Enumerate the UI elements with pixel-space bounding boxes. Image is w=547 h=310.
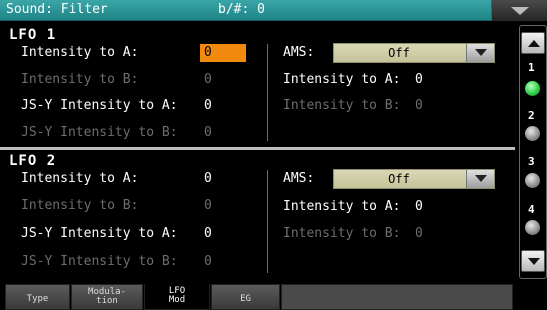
lfo2-ams-value: Off	[388, 172, 410, 186]
lfo2-panel: LFO 2 Intensity to A: 0 Intensity to B: …	[5, 150, 508, 280]
chevron-down-icon	[475, 175, 487, 182]
scroll-down-button[interactable]	[521, 250, 545, 272]
lfo2-ams-dropdown-button[interactable]	[466, 170, 494, 188]
lfo1-ams-int-a-label: Intensity to A:	[283, 72, 401, 87]
lfo2-ams-int-a-label: Intensity to A:	[283, 199, 401, 214]
lfo2-title: LFO 2	[9, 153, 57, 169]
tab-bar: Type Modula- tion LFO Mod EG	[0, 284, 547, 310]
lfo2-ams-select[interactable]: Off	[333, 169, 495, 189]
lfo1-int-b-label: Intensity to B:	[21, 72, 139, 87]
lfo1-jsy-a-field[interactable]: 0	[204, 98, 212, 113]
menu-arrow-icon	[511, 7, 529, 15]
page-number-3: 3	[528, 155, 535, 168]
lfo1-ams-dropdown-button[interactable]	[466, 44, 494, 62]
title-bar: Sound: Filter b/#: 0	[0, 0, 547, 21]
tab-type-label: Type	[26, 294, 49, 304]
lfo2-int-b-label: Intensity to B:	[21, 198, 139, 213]
lfo1-panel: LFO 1 Intensity to A: 0 Intensity to B: …	[5, 24, 508, 147]
lfo1-jsy-b-field[interactable]: 0	[204, 125, 212, 140]
lfo1-ams-label: AMS:	[283, 45, 315, 60]
lfo2-ams-int-a-field[interactable]: 0	[415, 199, 423, 214]
tab-eg[interactable]: EG	[211, 284, 280, 310]
transpose-readout: b/#: 0	[218, 2, 265, 17]
lfo1-title: LFO 1	[9, 27, 57, 43]
lfo1-int-a-field[interactable]: 0	[200, 44, 246, 62]
scroll-up-button[interactable]	[521, 32, 545, 54]
lfo1-ams-value: Off	[388, 46, 410, 60]
tab-type[interactable]: Type	[5, 284, 70, 310]
arrow-down-icon	[528, 258, 540, 265]
lfo1-ams-int-b-label: Intensity to B:	[283, 98, 401, 113]
tab-bar-filler	[281, 284, 513, 310]
lfo2-int-b-field[interactable]: 0	[204, 198, 212, 213]
lfo2-jsy-a-field[interactable]: 0	[204, 226, 212, 241]
page-3-led[interactable]	[525, 173, 540, 188]
page-selector: 1 2 3 4	[517, 24, 547, 280]
lfo1-ams-select[interactable]: Off	[333, 43, 495, 63]
page-number-1: 1	[528, 61, 535, 74]
lfo2-jsy-b-label: JS-Y Intensity to B:	[21, 254, 178, 269]
tab-lfo-mod[interactable]: LFO Mod	[144, 284, 210, 310]
tab-modulation[interactable]: Modula- tion	[71, 284, 143, 310]
lfo2-ams-label: AMS:	[283, 171, 315, 186]
arrow-up-icon	[528, 40, 540, 47]
lfo2-jsy-b-field[interactable]: 0	[204, 254, 212, 269]
chevron-down-icon	[475, 49, 487, 56]
page-title: Sound: Filter	[6, 2, 108, 17]
lfo1-int-b-field[interactable]: 0	[204, 72, 212, 87]
lfo1-jsy-b-label: JS-Y Intensity to B:	[21, 125, 178, 140]
lfo1-ams-int-a-field[interactable]: 0	[415, 72, 423, 87]
page-2-led[interactable]	[525, 126, 540, 141]
tab-eg-label: EG	[240, 294, 251, 304]
lfo2-int-a-field[interactable]: 0	[204, 171, 212, 186]
lfo2-int-a-label: Intensity to A:	[21, 171, 139, 186]
lfo1-jsy-a-label: JS-Y Intensity to A:	[21, 98, 178, 113]
lfo2-jsy-a-label: JS-Y Intensity to A:	[21, 226, 178, 241]
lfo1-column-divider	[267, 44, 268, 141]
lfo1-ams-int-b-field[interactable]: 0	[415, 98, 423, 113]
lfo2-column-divider	[267, 170, 268, 273]
lfo2-ams-int-b-label: Intensity to B:	[283, 226, 401, 241]
page-number-4: 4	[528, 203, 535, 216]
lfo1-int-a-label: Intensity to A:	[21, 45, 139, 60]
tab-modulation-label-2: tion	[96, 296, 118, 306]
page-4-led[interactable]	[525, 220, 540, 235]
tab-lfo-mod-label-2: Mod	[168, 295, 186, 305]
lfo2-ams-int-b-field[interactable]: 0	[415, 226, 423, 241]
page-1-led[interactable]	[525, 81, 540, 96]
page-number-2: 2	[528, 109, 535, 122]
page-menu-button[interactable]	[491, 0, 547, 21]
